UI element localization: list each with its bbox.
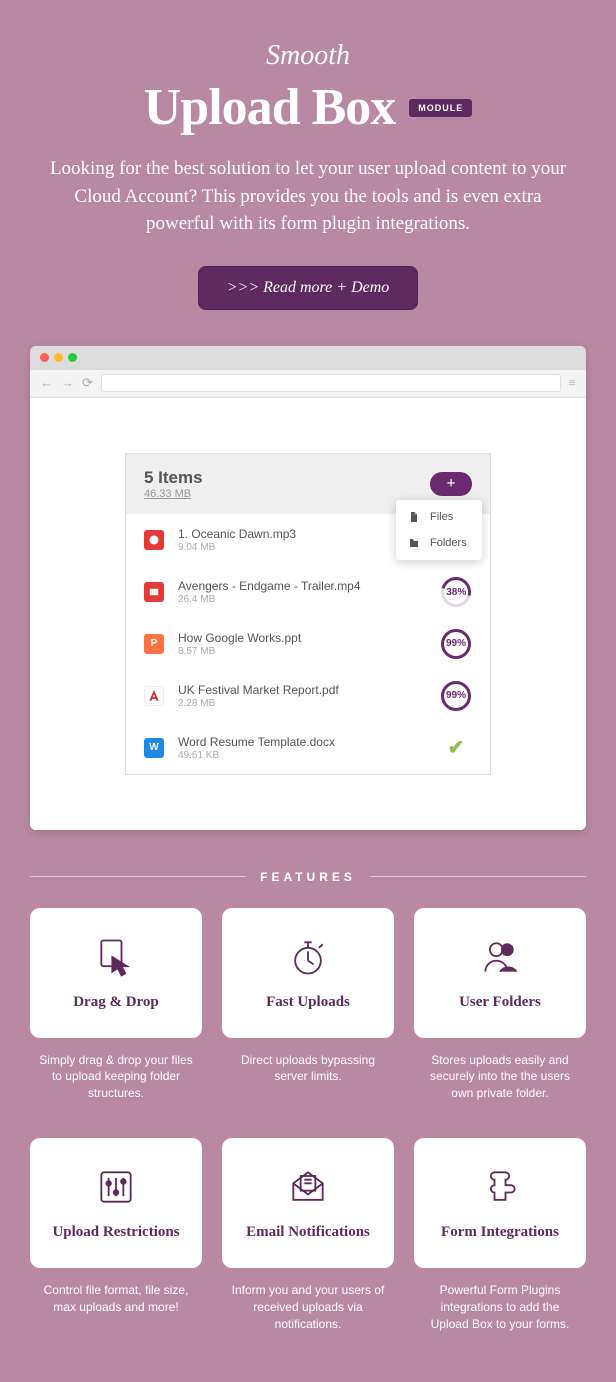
file-size: 2.28 MB xyxy=(178,698,426,709)
feature-title: Drag & Drop xyxy=(73,994,159,1011)
browser-mockup: ← → ⟳ ≡ 5 Items 46.33 MB + xyxy=(30,346,586,830)
add-button[interactable]: + xyxy=(430,472,472,496)
file-type-icon: P xyxy=(144,634,164,654)
file-type-icon xyxy=(144,582,164,602)
feature-card: Form Integrations xyxy=(414,1138,586,1268)
dropdown-files[interactable]: Files xyxy=(396,504,482,530)
feature-desc: Powerful Form Plugins integrations to ad… xyxy=(414,1282,586,1332)
feature-card: User Folders xyxy=(414,908,586,1038)
puzzle-icon xyxy=(478,1165,522,1214)
progress-badge: 38% xyxy=(440,576,472,608)
users-icon xyxy=(478,935,522,984)
page-title: Upload Box xyxy=(144,78,396,137)
file-icon xyxy=(408,511,420,523)
feature-title: Fast Uploads xyxy=(266,994,350,1011)
window-max-icon xyxy=(68,353,77,362)
features-heading: FEATURES xyxy=(260,870,356,884)
file-name: Word Resume Template.docx xyxy=(178,735,426,749)
done-icon: ✔ xyxy=(440,732,472,764)
file-name: How Google Works.ppt xyxy=(178,631,426,645)
nav-reload-icon: ⟳ xyxy=(82,375,93,391)
description: Looking for the best solution to let you… xyxy=(48,155,568,238)
sliders-icon xyxy=(94,1165,138,1214)
feature-title: User Folders xyxy=(459,994,541,1011)
feature-card: Drag & Drop xyxy=(30,908,202,1038)
progress-badge: 99% xyxy=(440,628,472,660)
feature-desc: Simply drag & drop your files to upload … xyxy=(30,1052,202,1102)
add-dropdown: Files Folders xyxy=(396,500,482,560)
total-size: 46.33 MB xyxy=(144,488,203,500)
feature-desc: Control file format, file size, max uplo… xyxy=(30,1282,202,1316)
progress-badge: 99% xyxy=(440,680,472,712)
feature-desc: Direct uploads bypassing server limits. xyxy=(222,1052,394,1086)
feature-card: Email Notifications xyxy=(222,1138,394,1268)
nav-menu-icon: ≡ xyxy=(569,375,576,391)
file-size: 9.04 MB xyxy=(178,542,426,553)
module-badge: MODULE xyxy=(409,99,472,117)
nav-back-icon: ← xyxy=(40,375,53,391)
file-size: 26.4 MB xyxy=(178,594,426,605)
file-type-icon: W xyxy=(144,738,164,758)
file-name: Avengers - Endgame - Trailer.mp4 xyxy=(178,579,426,593)
read-more-button[interactable]: >>> Read more + Demo xyxy=(198,266,419,310)
dropdown-folders-label: Folders xyxy=(430,537,467,549)
drag-drop-icon xyxy=(94,935,138,984)
mail-icon xyxy=(286,1165,330,1214)
file-row: Avengers - Endgame - Trailer.mp4 26.4 MB… xyxy=(126,566,490,618)
file-name: UK Festival Market Report.pdf xyxy=(178,683,426,697)
feature-title: Form Integrations xyxy=(441,1224,559,1241)
file-size: 8.57 MB xyxy=(178,646,426,657)
feature-title: Upload Restrictions xyxy=(52,1224,179,1241)
dropdown-folders[interactable]: Folders xyxy=(396,530,482,556)
file-type-icon xyxy=(144,530,164,550)
feature-desc: Stores uploads easily and securely into … xyxy=(414,1052,586,1102)
folder-icon xyxy=(408,537,420,549)
upload-panel: 5 Items 46.33 MB + Files xyxy=(125,453,491,775)
file-type-icon xyxy=(144,686,164,706)
feature-card: Upload Restrictions xyxy=(30,1138,202,1268)
window-close-icon xyxy=(40,353,49,362)
file-size: 49.61 KB xyxy=(178,750,426,761)
file-row: W Word Resume Template.docx 49.61 KB ✔ xyxy=(126,722,490,774)
feature-desc: Inform you and your users of received up… xyxy=(222,1282,394,1332)
nav-forward-icon: → xyxy=(61,375,74,391)
feature-title: Email Notifications xyxy=(246,1224,370,1241)
dropdown-files-label: Files xyxy=(430,511,453,523)
item-count: 5 Items xyxy=(144,468,203,488)
file-name: 1. Oceanic Dawn.mp3 xyxy=(178,527,426,541)
feature-card: Fast Uploads xyxy=(222,908,394,1038)
file-row: UK Festival Market Report.pdf 2.28 MB 99… xyxy=(126,670,490,722)
stopwatch-icon xyxy=(286,935,330,984)
window-min-icon xyxy=(54,353,63,362)
eyebrow: Smooth xyxy=(30,40,586,72)
url-bar xyxy=(101,374,561,392)
file-row: P How Google Works.ppt 8.57 MB 99% xyxy=(126,618,490,670)
